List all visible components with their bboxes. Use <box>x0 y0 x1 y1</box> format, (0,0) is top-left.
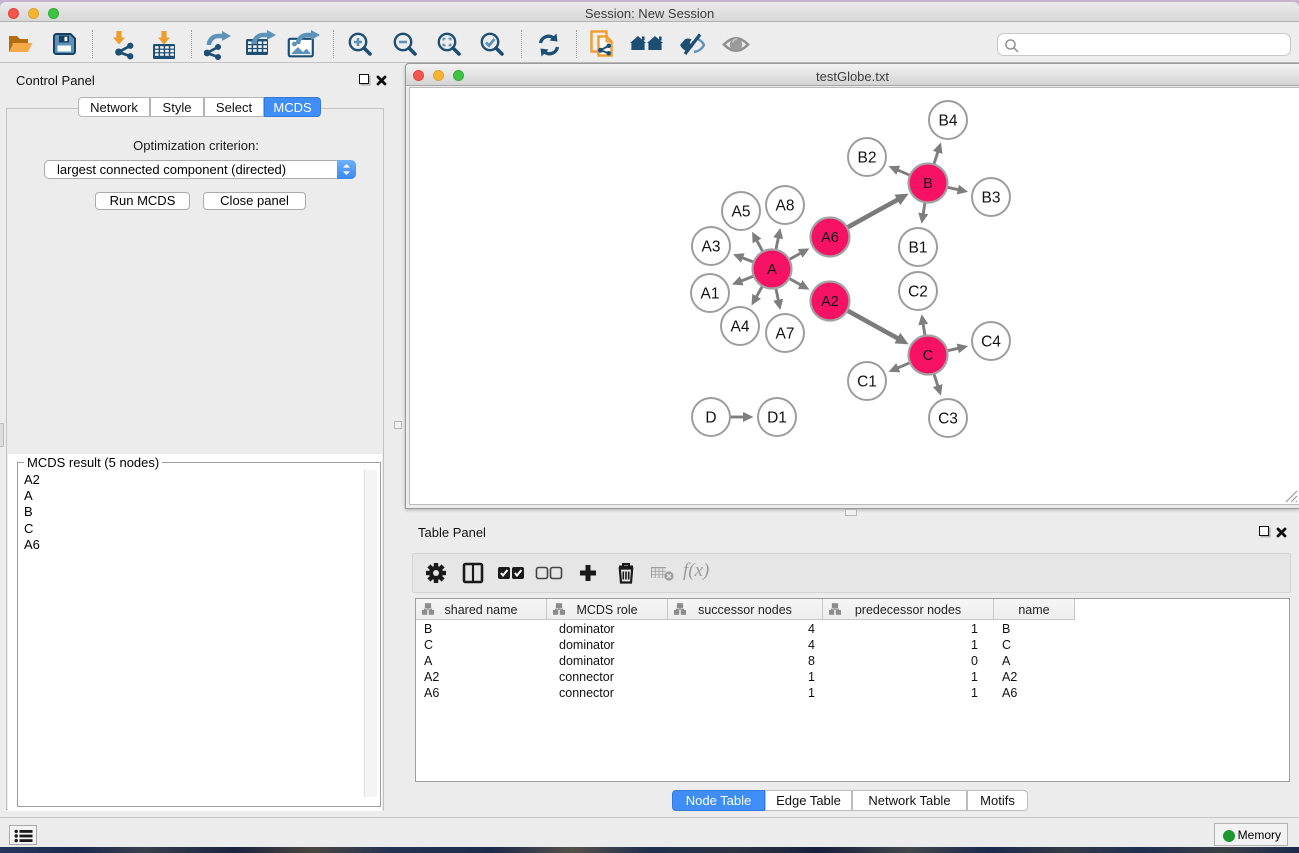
svg-text:C3: C3 <box>938 411 958 428</box>
svg-text:B2: B2 <box>858 150 877 167</box>
svg-text:A: A <box>767 262 777 278</box>
svg-text:B: B <box>923 176 933 192</box>
svg-text:A1: A1 <box>701 286 720 303</box>
svg-text:A7: A7 <box>776 326 795 343</box>
svg-text:A3: A3 <box>702 239 721 256</box>
svg-text:C4: C4 <box>981 334 1001 351</box>
svg-text:C1: C1 <box>857 374 877 391</box>
svg-text:D: D <box>705 410 716 427</box>
svg-text:B3: B3 <box>982 190 1001 207</box>
svg-text:A2: A2 <box>821 294 839 310</box>
svg-text:A5: A5 <box>732 204 751 221</box>
svg-text:D1: D1 <box>767 410 787 427</box>
svg-text:A6: A6 <box>821 230 839 246</box>
svg-text:B4: B4 <box>939 113 958 130</box>
svg-text:B1: B1 <box>909 240 928 257</box>
svg-text:A4: A4 <box>731 319 750 336</box>
svg-text:C2: C2 <box>908 284 928 301</box>
svg-text:A8: A8 <box>776 198 795 215</box>
svg-text:C: C <box>923 348 933 364</box>
